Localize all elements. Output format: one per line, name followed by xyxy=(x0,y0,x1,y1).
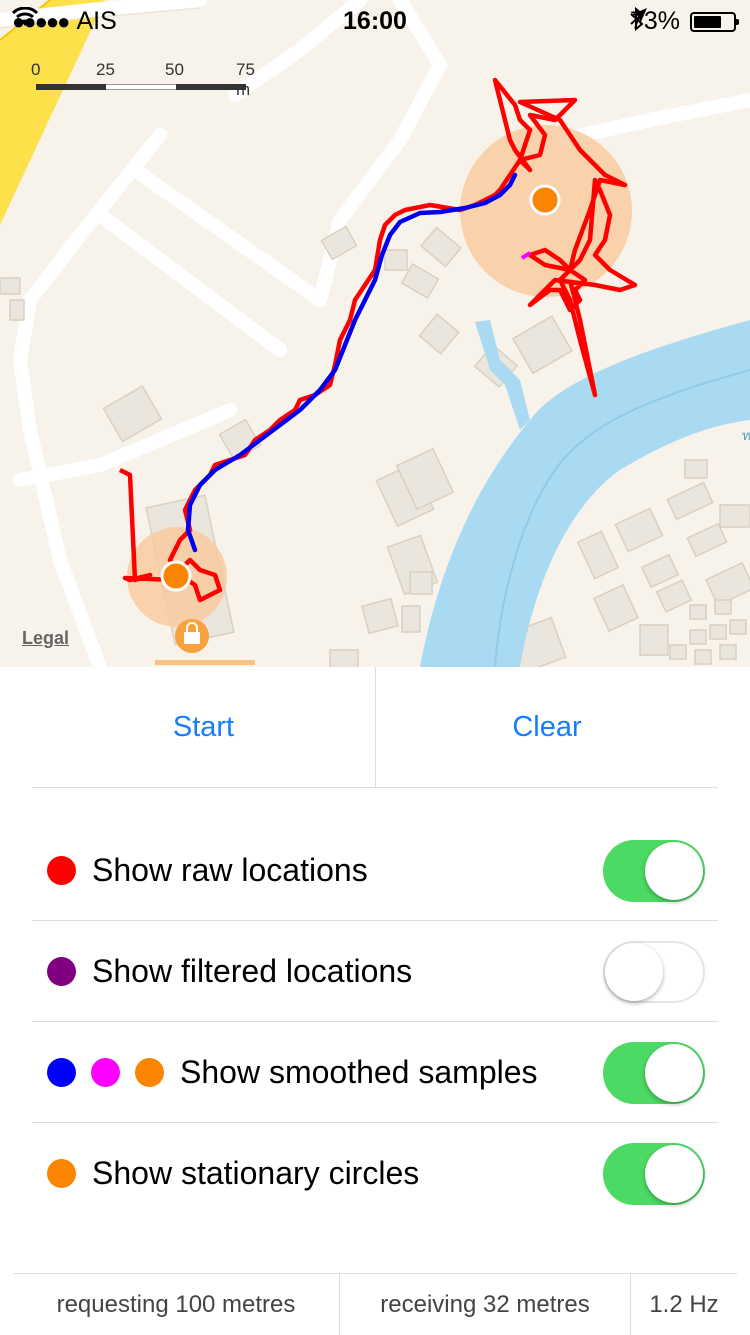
stationary-dot xyxy=(529,184,561,216)
action-buttons: Start Clear xyxy=(32,667,718,788)
toggle-row-smoothed-samples: Show smoothed samples xyxy=(32,1022,718,1123)
stationary-dot xyxy=(160,560,192,592)
toggle-row-raw-locations: Show raw locations xyxy=(32,820,718,921)
filtered-locations-toggle[interactable] xyxy=(603,941,705,1003)
shopping-bag-icon[interactable] xyxy=(175,619,209,653)
status-footer: requesting 100 metres receiving 32 metre… xyxy=(13,1273,737,1335)
legend-dot xyxy=(47,855,76,885)
toggle-label: Show filtered locations xyxy=(92,952,413,989)
scale-label: 50 xyxy=(165,60,184,79)
legend-dot xyxy=(47,1158,76,1188)
requesting-accuracy: requesting 100 metres xyxy=(56,1290,296,1318)
legend-dot xyxy=(47,956,76,986)
legend-dot xyxy=(135,1057,164,1087)
clear-button[interactable]: Clear xyxy=(376,667,718,787)
map-view[interactable]: ท ●●●●● AIS 16:00 73% 0 25 50 75 Legal xyxy=(0,0,750,667)
receiving-accuracy: receiving 32 metres xyxy=(380,1290,590,1318)
stationary-circles-toggle[interactable] xyxy=(603,1143,705,1205)
toggle-label: Show smoothed samples xyxy=(180,1053,538,1090)
scale-label: 75 m xyxy=(236,60,255,99)
toggle-label: Show raw locations xyxy=(92,851,368,888)
scale-label: 0 xyxy=(31,60,41,79)
scale-label: 25 xyxy=(96,60,115,79)
toggle-label: Show stationary circles xyxy=(92,1154,420,1191)
update-frequency: 1.2 Hz xyxy=(649,1290,719,1318)
smoothed-samples-toggle[interactable] xyxy=(603,1042,705,1104)
legend-dot xyxy=(47,1057,76,1087)
raw-locations-toggle[interactable] xyxy=(603,840,705,902)
svg-text:ท: ท xyxy=(742,428,750,443)
bluetooth-icon xyxy=(630,7,644,31)
toggle-row-stationary-circles: Show stationary circles xyxy=(32,1123,718,1223)
map-canvas: ท xyxy=(0,0,750,667)
legend-dot xyxy=(91,1057,120,1087)
roads xyxy=(0,0,750,667)
toggle-row-filtered-locations: Show filtered locations xyxy=(32,921,718,1022)
status-bar: ●●●●● AIS 16:00 73% xyxy=(0,0,750,40)
map-scale: 0 25 50 75 m xyxy=(28,60,268,99)
start-button[interactable]: Start xyxy=(32,667,375,787)
legal-link[interactable]: Legal xyxy=(22,628,69,649)
battery-icon xyxy=(690,11,739,32)
